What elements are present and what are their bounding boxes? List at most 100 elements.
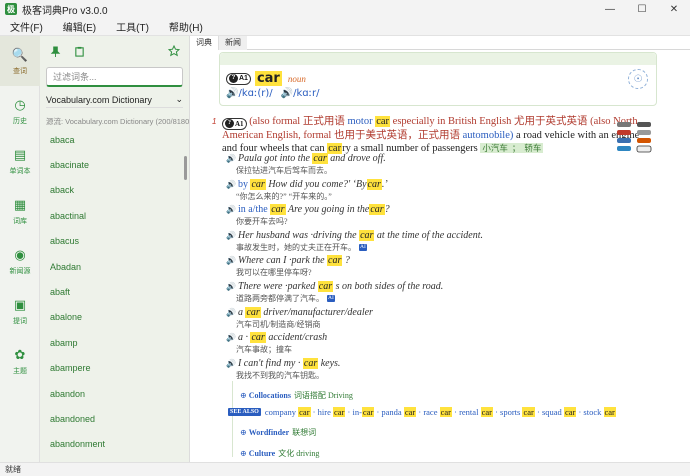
nav-item-0[interactable]: 🔍 查词 — [0, 36, 40, 86]
word-list-item[interactable]: abampere — [40, 356, 185, 381]
example-list: 🔊 Paula got into the car and drove off. 保拉… — [226, 153, 646, 383]
word-list-item[interactable]: abandoned — [40, 406, 185, 431]
example-item: 🔊 a · car accident/crash 汽车事故；撞车 — [226, 332, 646, 358]
nav-item-3[interactable]: ▦ 词库 — [0, 186, 40, 236]
collocations-topic[interactable]: Driving — [328, 391, 353, 400]
see-also-link[interactable]: squad car — [542, 407, 577, 417]
expand-icon[interactable]: ⊕ — [240, 449, 249, 458]
word-list-item[interactable]: abalone — [40, 305, 185, 330]
nav-item-label: 单词本 — [9, 168, 31, 175]
example-cn-text: 保拉钻进汽车后驾车而去。 — [236, 166, 332, 175]
speaker-icon[interactable]: 🔊 — [226, 231, 236, 240]
speaker-icon[interactable]: 🔊 — [226, 333, 236, 342]
word-list-item[interactable]: abamp — [40, 330, 185, 355]
example-highlight: car — [245, 306, 261, 318]
title-bar: 极 极客词典Pro v3.0.0 — ☐ ✕ — [0, 0, 690, 18]
speaker-icon[interactable]: 🔊 — [226, 256, 236, 265]
see-also-link[interactable]: hire car — [318, 407, 346, 417]
speaker-icon[interactable]: 🔊 — [226, 282, 236, 291]
example-text: There were ·parked — [237, 280, 316, 292]
speaker-icon[interactable]: 🔊 — [226, 154, 236, 163]
notebook-icon: ▤ — [13, 147, 27, 162]
menu-help[interactable]: 帮助(H) — [159, 19, 213, 34]
collocations-section[interactable]: ⊕ Collocations 词语搭配 Driving — [240, 390, 353, 401]
separator: · — [310, 407, 318, 417]
nav-item-5[interactable]: ▣ 提词 — [0, 286, 40, 336]
close-button[interactable]: ✕ — [658, 0, 690, 18]
wordfinder-section[interactable]: ⊕ Wordfinder 联想词 — [240, 427, 316, 438]
example-cn: 汽车事故；撞车 — [236, 344, 646, 355]
speaker-icon[interactable]: 🔊 — [281, 88, 293, 99]
def-link-automobile[interactable]: automobile) — [463, 130, 514, 141]
def-link-motor[interactable]: motor — [347, 116, 372, 127]
see-also-link[interactable]: sports car — [500, 407, 535, 417]
example-text: How did you come?' ‘By — [268, 178, 367, 190]
word-list-item[interactable]: abacinate — [40, 152, 185, 177]
speaker-icon[interactable]: 🔊 — [226, 88, 238, 99]
example-en: 🔊 There were ·parked car s on both sides … — [226, 280, 646, 292]
speaker-icon[interactable]: 🔊 — [226, 308, 236, 317]
menu-tools[interactable]: 工具(T) — [106, 19, 159, 34]
expand-icon[interactable]: ⊕ — [240, 391, 249, 400]
sense-level-text: A1 — [235, 119, 244, 128]
word-list-item[interactable]: Abadan — [40, 254, 185, 279]
card-header-bar — [220, 53, 656, 65]
pin-icon[interactable] — [46, 42, 64, 60]
nav-item-2[interactable]: ▤ 单词本 — [0, 136, 40, 186]
word-list-item[interactable]: abandonment — [40, 432, 185, 457]
fingerprint-icon[interactable]: ☉ — [628, 69, 648, 89]
word-list-item[interactable]: abacus — [40, 229, 185, 254]
example-cn: 我找不到我的汽车钥匙。 — [236, 370, 646, 381]
pron-uk[interactable]: 🔊/kɑː(r)/ — [226, 88, 273, 99]
word-list-item[interactable]: abactinal — [40, 203, 185, 228]
menu-file[interactable]: 文件(F) — [0, 19, 53, 34]
maximize-button[interactable]: ☐ — [626, 0, 658, 18]
see-also-link[interactable]: in-car — [352, 407, 375, 417]
tab-news[interactable]: 新闻 — [219, 36, 247, 50]
filter-input[interactable] — [46, 67, 183, 87]
example-cn-text: 事故发生时，她的丈夫正在开车。 — [236, 242, 356, 252]
example-text: Where can I ·park the — [237, 255, 325, 267]
nav-item-label: 查词 — [13, 68, 27, 75]
word-list-item[interactable]: abaca — [40, 127, 185, 152]
word-list-item[interactable]: abandon — [40, 381, 185, 406]
menu-edit[interactable]: 编辑(E) — [53, 19, 106, 34]
dictionary-select[interactable]: Vocabulary.com Dictionary ⌄ — [46, 92, 183, 108]
nav-item-6[interactable]: ✿ 主题 — [0, 336, 40, 386]
speaker-icon[interactable]: 🔊 — [226, 359, 236, 368]
def-label-formal: formal — [303, 129, 332, 141]
word-list-item[interactable]: aback — [40, 178, 185, 203]
see-also-link[interactable]: race car — [423, 407, 452, 417]
example-text: Are you going in the — [288, 204, 370, 216]
pron-us[interactable]: 🔊/kɑːr/ — [281, 88, 320, 99]
see-also-link[interactable]: panda car — [381, 407, 417, 417]
example-cn: 道路两旁都停满了汽车。 AI — [236, 293, 646, 304]
example-text: driver/manufacturer/dealer — [263, 306, 373, 318]
speaker-icon[interactable]: 🔊 — [226, 180, 236, 189]
nav-item-4[interactable]: ◉ 新闻源 — [0, 236, 40, 286]
example-item: 🔊 in a/the car Are you going in the car? 你要… — [226, 204, 646, 230]
nav-item-1[interactable]: ◷ 历史 — [0, 86, 40, 136]
minimize-button[interactable]: — — [594, 0, 626, 18]
history-icon: ◷ — [14, 97, 26, 112]
example-highlight: car — [312, 153, 328, 164]
star-icon[interactable] — [165, 42, 183, 60]
word-list-scrollbar[interactable] — [184, 156, 187, 180]
culture-section[interactable]: ⊕ Culture 文化 driving — [240, 448, 319, 459]
see-also-highlight: car — [332, 407, 346, 417]
see-also-link[interactable]: company car — [265, 407, 311, 417]
def-highlight: car — [327, 142, 343, 154]
example-cn: “你怎么来的?” “开车来的。” — [236, 191, 646, 202]
example-text: ? — [384, 204, 390, 216]
wordbank-icon: ▦ — [13, 197, 27, 212]
see-also-link[interactable]: rental car — [459, 407, 493, 417]
clipboard-icon[interactable] — [70, 42, 88, 60]
speaker-icon[interactable]: 🔊 — [226, 205, 236, 214]
expand-icon[interactable]: ⊕ — [240, 428, 249, 437]
word-list-item[interactable]: abaft — [40, 279, 185, 304]
tab-dictionary[interactable]: 词典 — [190, 36, 219, 50]
example-en: 🔊 a car driver/manufacturer/dealer — [226, 306, 646, 318]
culture-topic[interactable]: driving — [296, 449, 319, 458]
search-icon: 🔍 — [11, 47, 29, 62]
see-also-link[interactable]: stock car — [583, 407, 616, 417]
